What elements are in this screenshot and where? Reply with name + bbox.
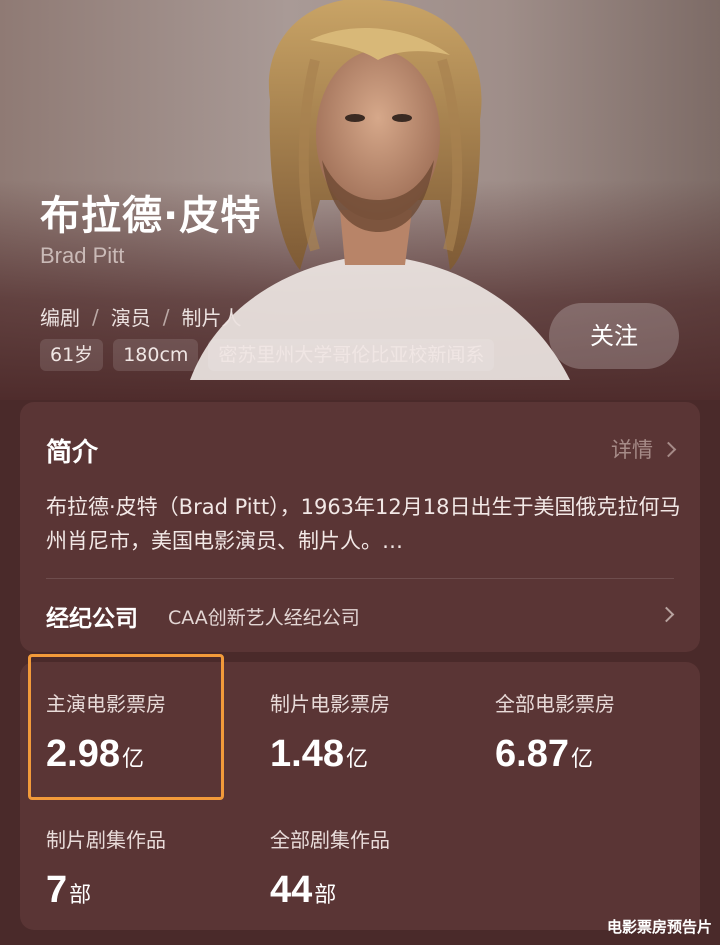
role-item: 演员	[110, 306, 151, 330]
stat-unit: 亿	[345, 747, 368, 772]
stat-label: 主演电影票房	[46, 692, 166, 716]
role-list: 编剧 / 演员 / 制片人	[40, 302, 242, 331]
stat-unit: 亿	[121, 747, 144, 772]
actor-name-cn: 布拉德·皮特	[40, 193, 262, 239]
education-tag: 密苏里州大学哥伦比亚校新闻系	[208, 339, 495, 371]
stat-total-series[interactable]: 全部剧集作品 44部	[270, 824, 390, 912]
stat-value: 44部	[270, 869, 390, 912]
actor-name-en: Brad Pitt	[40, 243, 125, 268]
stat-total-box-office[interactable]: 全部电影票房 6.87亿	[495, 688, 615, 776]
stats-card: 主演电影票房 2.98亿 制片电影票房 1.48亿 全部电影票房 6.87亿 制…	[20, 654, 700, 930]
intro-card: 简介 详情 布拉德·皮特（Brad Pitt），1963年12月18日出生于美国…	[20, 402, 700, 652]
stat-produced-box-office[interactable]: 制片电影票房 1.48亿	[270, 688, 390, 776]
role-item: 编剧	[40, 306, 80, 330]
agency-value: CAA创新艺人经纪公司	[168, 607, 360, 629]
height-tag: 180cm	[113, 339, 199, 371]
intro-title: 简介	[46, 438, 99, 468]
stat-label: 全部剧集作品	[270, 828, 390, 852]
stat-unit: 部	[69, 883, 92, 908]
stat-number: 6.87	[495, 733, 569, 775]
stat-label: 全部电影票房	[495, 692, 615, 716]
stat-label: 制片剧集作品	[46, 828, 166, 852]
stat-value: 2.98亿	[46, 733, 166, 776]
stat-number: 1.48	[270, 733, 344, 775]
stat-unit: 部	[314, 883, 337, 908]
role-separator: /	[92, 304, 99, 329]
detail-link[interactable]: 详情	[611, 434, 677, 464]
role-item: 制片人	[181, 306, 242, 330]
agency-row[interactable]: 经纪公司 CAA创新艺人经纪公司	[20, 579, 700, 652]
stat-number: 2.98	[46, 733, 120, 775]
stat-value: 7部	[46, 869, 166, 912]
stat-lead-box-office[interactable]: 主演电影票房 2.98亿	[46, 688, 166, 776]
watermark-text: 电影票房预告片	[606, 918, 712, 936]
stat-label: 制片电影票房	[270, 692, 390, 716]
stat-number: 7	[46, 869, 68, 911]
profile-tags: 61岁 180cm 密苏里州大学哥伦比亚校新闻系	[40, 339, 495, 371]
role-separator: /	[162, 304, 170, 329]
agency-label: 经纪公司	[46, 606, 138, 632]
stat-value: 6.87亿	[495, 733, 615, 776]
follow-button[interactable]: 关注	[549, 303, 679, 369]
detail-label: 详情	[611, 438, 653, 462]
chevron-right-icon	[660, 441, 677, 457]
age-tag: 61岁	[40, 339, 104, 371]
stat-number: 44	[270, 869, 313, 911]
stat-produced-series[interactable]: 制片剧集作品 7部	[46, 824, 166, 912]
stat-value: 1.48亿	[270, 733, 390, 776]
chevron-right-icon	[658, 606, 675, 623]
stat-unit: 亿	[570, 747, 593, 772]
bio-text: 布拉德·皮特（Brad Pitt），1963年12月18日出生于美国俄克拉何马州…	[46, 495, 681, 553]
